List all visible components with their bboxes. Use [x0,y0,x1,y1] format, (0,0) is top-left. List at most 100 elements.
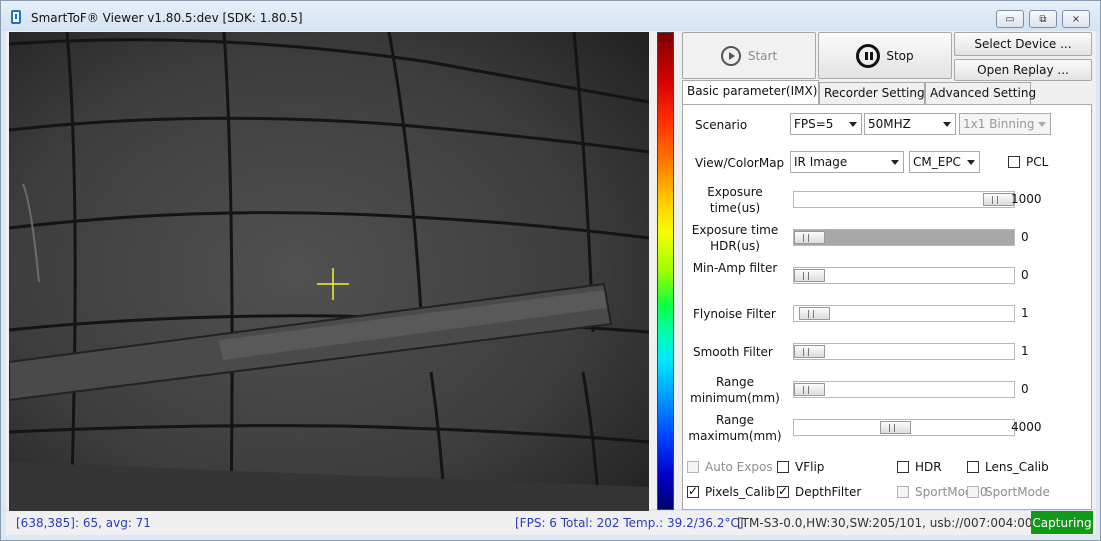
slider-thumb[interactable] [799,307,830,320]
checkbox-box[interactable] [777,461,789,473]
app-window: SmartToF® Viewer v1.80.5:dev [SDK: 1.80.… [0,0,1101,541]
checkbox-box[interactable] [687,461,699,473]
pixel-info: [638,385]: 65, avg: 71 [16,516,151,530]
select-device-label: Select Device ... [974,37,1072,51]
title-bar[interactable]: SmartToF® Viewer v1.80.5:dev [SDK: 1.80.… [1,1,1100,31]
restore-button[interactable]: ⧉ [1029,10,1057,28]
tab-recorder-setting[interactable]: Recorder Setting [819,82,925,104]
view-colormap-label: View/ColorMap [695,156,785,170]
checkbox-auto-expos[interactable]: Auto Expos [687,460,773,474]
binning-select[interactable]: 1x1 Binning [959,113,1051,135]
view-mode-select[interactable]: IR Image [790,151,904,173]
scenario-label: Scenario [695,118,748,132]
chevron-down-icon [1038,122,1046,127]
slider-value: 1 [1021,344,1029,358]
checkbox-lens-calib[interactable]: Lens_Calib [967,460,1049,474]
checkbox-label: Pixels_Calib [705,485,776,499]
slider-track[interactable] [793,305,1015,322]
stop-button-label: Stop [886,48,914,63]
checkbox-box[interactable] [777,484,789,498]
checkbox-hdr[interactable]: HDR [897,460,942,474]
slider-thumb[interactable] [794,383,825,396]
slider-value: 4000 [1011,420,1042,434]
checkbox-label: DepthFilter [795,485,862,499]
checkbox-box[interactable] [967,461,979,473]
status-bar: [638,385]: 65, avg: 71 [FPS: 6 Total: 20… [6,511,1096,535]
slider-label: Exposure time(us) [707,185,763,215]
frequency-select-value: 50MHZ [868,117,911,131]
pcl-checkbox-label: PCL [1026,155,1049,169]
tab-recorder-setting-label: Recorder Setting [824,86,925,100]
checkbox-pixels-calib[interactable]: Pixels_Calib [687,484,776,499]
tab-advanced-setting-label: Advanced Setting [930,86,1037,100]
slider-thumb[interactable] [983,193,1014,206]
chevron-down-icon [943,122,951,127]
minimize-button[interactable]: ▭ [996,10,1024,28]
capturing-badge: Capturing [1031,511,1093,534]
slider-track[interactable] [793,191,1015,208]
checkbox-label: SportMode [985,485,1050,499]
slider-value: 0 [1021,268,1029,282]
stop-button[interactable]: Stop [818,32,952,79]
select-device-button[interactable]: Select Device ... [954,32,1092,56]
colormap-select[interactable]: CM_EPC [909,151,980,173]
slider-label: Min-Amp filter [692,261,778,275]
checkbox-box[interactable] [897,461,909,473]
slider-track[interactable] [793,343,1015,360]
checkbox-sportmode[interactable]: SportMode [967,485,1050,499]
slider-thumb[interactable] [794,269,825,282]
tab-basic-parameter-label: Basic parameter(IMX) [687,84,818,98]
slider-value: 0 [1021,230,1029,244]
checkbox-box[interactable] [687,484,699,498]
start-button-label: Start [747,48,778,63]
pcl-checkbox-box[interactable] [1008,156,1020,168]
restore-icon: ⧉ [1039,13,1047,25]
slider-thumb[interactable] [794,345,825,358]
chevron-down-icon [891,160,899,165]
pause-icon [856,43,881,68]
minimize-icon: ▭ [1005,13,1015,25]
checkbox-label: VFlip [795,460,825,474]
colormap-scale-bar [657,32,674,510]
checkbox-box[interactable] [897,486,909,498]
colormap-value: CM_EPC [913,155,961,169]
close-button[interactable]: ⨯ [1062,10,1090,28]
checkbox-vflip[interactable]: VFlip [777,460,824,474]
slider-track[interactable] [793,419,1015,436]
ir-camera-frame [9,32,649,512]
start-button[interactable]: Start [682,32,816,79]
checkbox-depthfilter[interactable]: DepthFilter [777,484,862,499]
pcl-checkbox[interactable]: PCL [1008,155,1048,169]
slider-value: 1000 [1011,192,1042,206]
tab-basic-parameter[interactable]: Basic parameter(IMX) [682,80,819,105]
play-icon [720,45,741,66]
slider-track[interactable] [793,229,1015,246]
frequency-select[interactable]: 50MHZ [864,113,956,135]
slider-thumb[interactable] [794,231,825,244]
slider-value: 0 [1021,382,1029,396]
window-title: SmartToF® Viewer v1.80.5:dev [SDK: 1.80.… [31,11,303,25]
checkbox-label: Lens_Calib [985,460,1049,474]
open-replay-label: Open Replay ... [977,63,1069,77]
binning-select-value: 1x1 Binning [963,117,1035,131]
slider-fill [794,230,1014,245]
slider-label: Smooth Filter [693,345,773,359]
open-replay-button[interactable]: Open Replay ... [954,59,1092,81]
client-area: Start Stop Select Device ... Open Replay… [6,31,1096,512]
chevron-down-icon [967,160,975,165]
view-mode-value: IR Image [794,155,848,169]
device-info: [TM-S3-0.0,HW:30,SW:205/101, usb://007:0… [737,516,1045,530]
close-icon: ⨯ [1071,13,1081,25]
fps-select[interactable]: FPS=5 [790,113,862,135]
slider-track[interactable] [793,267,1015,284]
checkbox-box[interactable] [967,486,979,498]
fps-select-value: FPS=5 [794,117,834,131]
app-icon [11,10,21,24]
ir-image-view[interactable] [9,32,649,512]
slider-thumb[interactable] [880,421,911,434]
slider-label: Flynoise Filter [693,307,776,321]
checkbox-label: Auto Expos [705,460,773,474]
checkbox-label: HDR [915,460,942,474]
slider-track[interactable] [793,381,1015,398]
tab-advanced-setting[interactable]: Advanced Setting [925,82,1036,104]
